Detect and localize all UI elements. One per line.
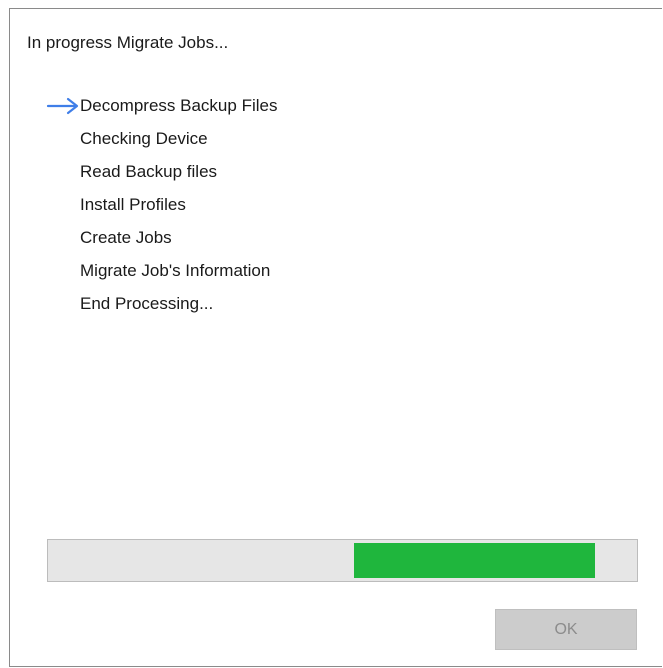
progress-bar-fill [354,543,595,578]
step-item-checking-device: Checking Device [46,126,277,159]
step-label: End Processing... [80,294,214,313]
step-item-install-profiles: Install Profiles [46,192,277,225]
progress-bar [47,539,638,582]
ok-button[interactable]: OK [495,609,637,650]
step-label: Read Backup files [80,162,218,181]
step-item-read-backup-files: Read Backup files [46,159,277,192]
step-label: Migrate Job's Information [80,261,271,280]
migrate-jobs-dialog: In progress Migrate Jobs... Decompress B… [9,8,662,667]
right-arrow-icon [46,97,79,115]
step-item-end-processing: End Processing... [46,291,277,324]
step-label: Create Jobs [80,228,172,247]
step-label: Decompress Backup Files [80,96,278,115]
step-item-migrate-job-information: Migrate Job's Information [46,258,277,291]
step-label: Install Profiles [80,195,186,214]
step-item-create-jobs: Create Jobs [46,225,277,258]
step-list: Decompress Backup Files Checking Device … [46,93,277,324]
step-item-decompress-backup-files: Decompress Backup Files [46,93,277,126]
step-label: Checking Device [80,129,208,148]
dialog-heading: In progress Migrate Jobs... [27,33,229,52]
